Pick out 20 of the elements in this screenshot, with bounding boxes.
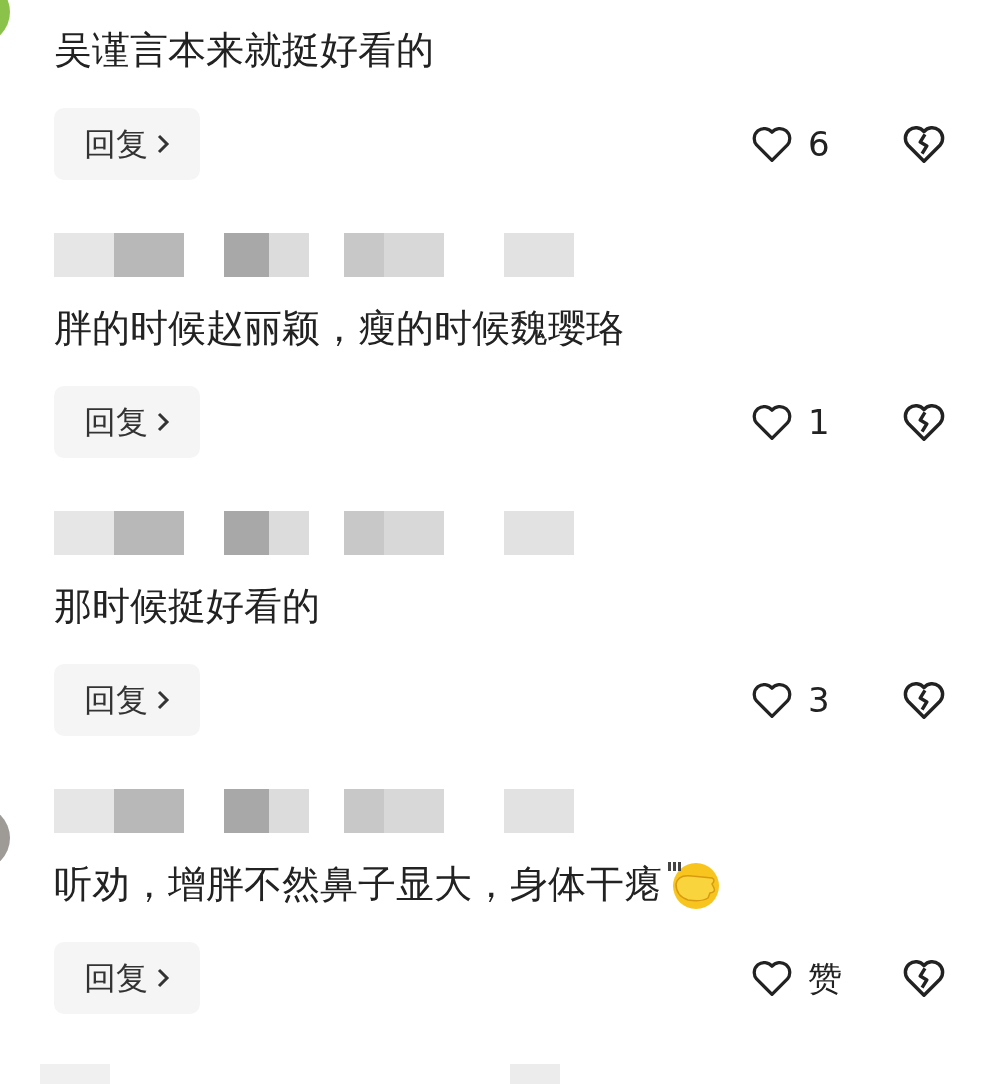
comment-text: 那时候挺好看的 [54, 583, 320, 630]
like-count: 赞 [808, 956, 842, 1000]
chevron-icon [156, 410, 170, 434]
reply-button[interactable]: 回复 [54, 942, 200, 1014]
like-count: 1 [808, 400, 830, 444]
heart-icon[interactable] [750, 124, 794, 164]
chevron-icon [156, 132, 170, 156]
chevron-icon [156, 966, 170, 990]
heart-icon[interactable] [750, 958, 794, 998]
heart-icon[interactable] [750, 402, 794, 442]
chevron-icon [156, 688, 170, 712]
comment-text: 胖的时候赵丽颖，瘦的时候魏璎珞 [54, 305, 624, 352]
like-count: 3 [808, 678, 830, 722]
comment-text: 听劝，增胖不然鼻子显大，身体干瘪 [54, 861, 662, 908]
reply-button[interactable]: 回复 [54, 108, 200, 180]
like-count: 6 [808, 122, 830, 166]
heart-icon[interactable] [750, 680, 794, 720]
reply-button[interactable]: 回复 [54, 664, 200, 736]
comment-text: 吴谨言本来就挺好看的 [54, 27, 434, 74]
reply-button[interactable]: 回复 [54, 386, 200, 458]
